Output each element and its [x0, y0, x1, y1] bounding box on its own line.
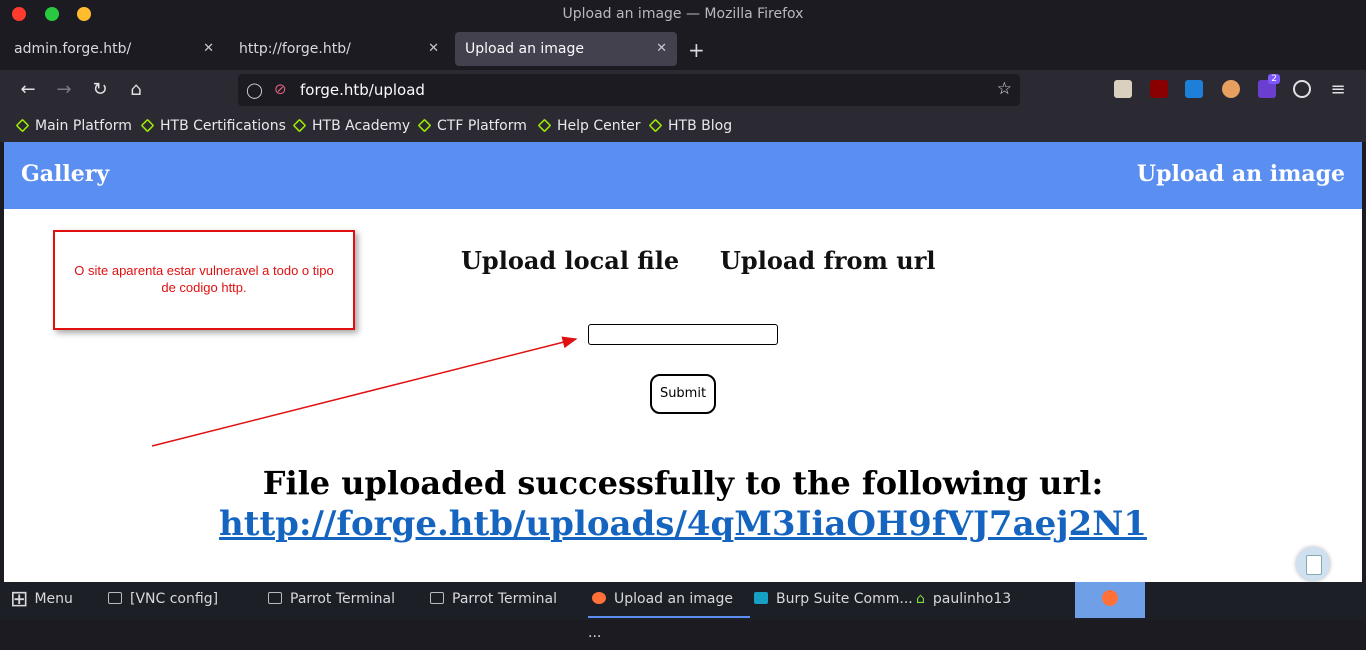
htb-cube-icon: [15, 118, 30, 133]
burp-icon: [754, 592, 768, 604]
grid-menu-icon: ⊞: [10, 587, 29, 612]
bookmark-ctf-platform[interactable]: CTF Platform: [417, 116, 527, 136]
window-titlebar: Upload an image — Mozilla Firefox: [0, 0, 1366, 28]
htb-cube-icon: [140, 118, 155, 133]
window-icon: [108, 592, 122, 604]
back-icon[interactable]: ←: [16, 78, 40, 102]
taskbar-workspace-firefox[interactable]: [1075, 582, 1145, 618]
tab-label: admin.forge.htb/: [14, 41, 132, 57]
bookmark-label: CTF Platform: [437, 118, 527, 134]
taskbar-item-home-folder[interactable]: ⌂ paulinho13: [916, 582, 1011, 618]
forward-icon[interactable]: →: [52, 78, 76, 102]
reload-icon[interactable]: ↻: [88, 78, 112, 102]
tab-upload-image[interactable]: Upload an image ✕: [455, 32, 677, 66]
lock-icon[interactable]: ⊘: [274, 80, 287, 98]
navigation-toolbar: ← → ↻ ⌂ ◯ ⊘ forge.htb/upload ☆ 2 ≡: [0, 70, 1366, 110]
bookmark-label: HTB Blog: [668, 118, 733, 134]
taskbar-item-vnc-config[interactable]: [VNC config]: [108, 582, 218, 618]
hamburger-menu-icon[interactable]: ≡: [1326, 78, 1350, 102]
firefox-icon: [592, 592, 606, 604]
taskbar: ⊞ Menu [VNC config] Parrot Terminal Parro…: [0, 582, 1366, 641]
tab-label: http://forge.htb/: [239, 41, 351, 57]
taskbar-item-label: Burp Suite Comm...: [776, 591, 913, 607]
maximize-window-button[interactable]: [45, 7, 59, 21]
bookmark-label: Main Platform: [35, 118, 132, 134]
url-text[interactable]: forge.htb/upload: [300, 74, 425, 106]
close-window-button[interactable]: [12, 7, 26, 21]
tab-strip: admin.forge.htb/ ✕ http://forge.htb/ ✕ U…: [0, 28, 1366, 70]
bookmark-label: HTB Certifications: [160, 118, 286, 134]
new-tab-button[interactable]: +: [688, 38, 705, 62]
shield-icon[interactable]: ◯: [246, 81, 263, 99]
tab-admin-forge[interactable]: admin.forge.htb/ ✕: [4, 32, 224, 66]
bookmark-label: Help Center: [557, 118, 641, 134]
taskbar-item-label: [VNC config]: [130, 591, 219, 607]
taskbar-item-firefox[interactable]: Upload an image ...: [588, 582, 750, 641]
terminal-icon: [268, 592, 282, 604]
close-tab-icon[interactable]: ✕: [203, 32, 214, 66]
cookie-icon[interactable]: [1293, 80, 1311, 98]
clipboard-icon[interactable]: [1296, 547, 1330, 581]
firefox-icon: [1102, 590, 1118, 606]
taskbar-item-label: Parrot Terminal: [290, 591, 396, 607]
taskbar-item-label: Upload an image ...: [588, 591, 734, 641]
page-viewport: Gallery Upload an image Upload local fil…: [4, 142, 1362, 582]
bookmarks-toolbar: Main Platform HTB Certifications HTB Aca…: [0, 110, 1366, 142]
window-title: Upload an image — Mozilla Firefox: [562, 6, 804, 22]
home-icon[interactable]: ⌂: [124, 78, 148, 102]
taskbar-item-burp[interactable]: Burp Suite Comm...: [754, 582, 913, 618]
minimize-window-button[interactable]: [77, 7, 91, 21]
taskbar-item-terminal-2[interactable]: Parrot Terminal: [430, 582, 557, 618]
close-tab-icon[interactable]: ✕: [428, 32, 439, 66]
annotation-arrow: [151, 336, 578, 447]
bookmark-label: HTB Academy: [312, 118, 411, 134]
extension-s-icon[interactable]: [1185, 80, 1203, 98]
extension-cat-icon[interactable]: [1114, 80, 1132, 98]
htb-cube-icon: [417, 118, 432, 133]
tab-forge[interactable]: http://forge.htb/ ✕: [229, 32, 449, 66]
taskbar-menu-button[interactable]: ⊞ Menu: [10, 582, 73, 618]
bookmark-help-center[interactable]: Help Center: [537, 116, 641, 136]
bookmark-main-platform[interactable]: Main Platform: [15, 116, 132, 136]
taskbar-item-terminal-1[interactable]: Parrot Terminal: [268, 582, 395, 618]
url-bar[interactable]: ◯ ⊘ forge.htb/upload ☆: [238, 74, 1020, 106]
extension-avatar-icon[interactable]: [1222, 80, 1240, 98]
close-tab-icon[interactable]: ✕: [656, 32, 667, 66]
taskbar-item-label: Parrot Terminal: [452, 591, 558, 607]
htb-cube-icon: [292, 118, 307, 133]
bookmark-htb-certifications[interactable]: HTB Certifications: [140, 116, 286, 136]
bookmark-star-icon[interactable]: ☆: [997, 79, 1012, 99]
taskbar-menu-label: Menu: [34, 591, 73, 607]
htb-cube-icon: [537, 118, 552, 133]
bookmark-htb-academy[interactable]: HTB Academy: [292, 116, 411, 136]
taskbar-item-label: paulinho13: [932, 591, 1012, 607]
home-folder-icon: ⌂: [916, 591, 925, 607]
bookmark-htb-blog[interactable]: HTB Blog: [648, 116, 733, 136]
extension-badge-icon[interactable]: 2: [1258, 74, 1280, 98]
htb-cube-icon: [648, 118, 663, 133]
tab-label: Upload an image: [465, 41, 585, 57]
ublock-icon[interactable]: [1150, 80, 1168, 98]
terminal-icon: [430, 592, 444, 604]
extension-badge-count: 2: [1268, 74, 1280, 84]
